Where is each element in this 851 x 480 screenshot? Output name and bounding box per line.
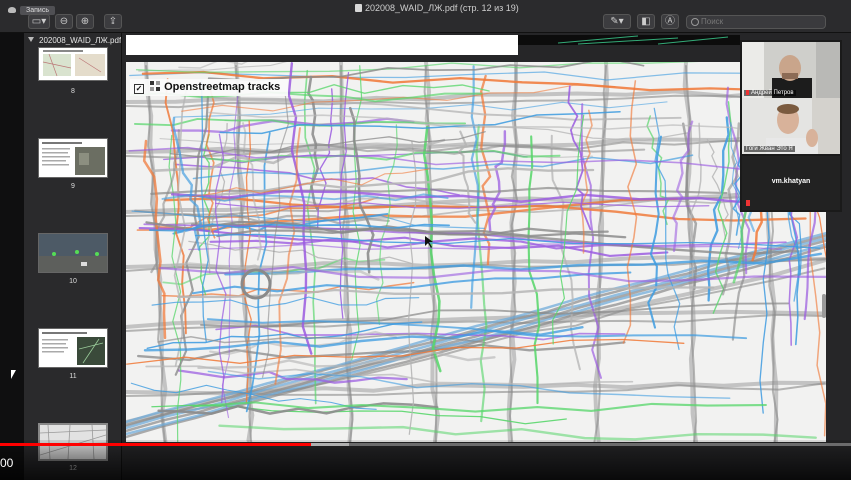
time-display: 00 xyxy=(0,456,14,470)
participant-tile[interactable]: Гоги Жван Это Я xyxy=(742,98,840,154)
rotate-button[interactable]: ◧ xyxy=(637,14,655,29)
page-thumbnail-8[interactable] xyxy=(38,47,108,81)
participant-tile[interactable]: vm.khatyan xyxy=(742,156,840,210)
layer-icon xyxy=(150,81,161,91)
mic-muted-icon xyxy=(746,200,750,206)
annotate-icon: Ⓐ xyxy=(665,16,675,27)
search-icon xyxy=(691,18,699,26)
pdf-viewer-window: Запись ▭▾ ⊖ ⊕ ⇪ 202008_WAID_ЛЖ.pdf (стр.… xyxy=(0,0,851,480)
vertical-scrollbar[interactable] xyxy=(822,294,826,318)
zoom-out-icon: ⊖ xyxy=(59,16,69,27)
video-player-controls xyxy=(0,440,851,480)
page-thumbnail-9[interactable] xyxy=(38,138,108,178)
previous-page-map-strip xyxy=(518,35,740,45)
page-number-10: 10 xyxy=(69,278,77,285)
zoom-in-icon: ⊕ xyxy=(80,16,90,27)
participant-tile[interactable]: Андрей Петров xyxy=(742,42,840,98)
thumbnail-image xyxy=(39,234,107,272)
sidebar-icon: ▭▾ xyxy=(31,16,47,27)
document-icon xyxy=(355,4,362,12)
zoom-out-button[interactable]: ⊖ xyxy=(55,14,73,29)
video-call-panel: Андрей Петров Гоги Жван Это Я vm.khatyan xyxy=(740,40,842,212)
participant-name: Андрей Петров xyxy=(744,90,796,96)
gps-track xyxy=(151,296,420,309)
title-bar: Запись ▭▾ ⊖ ⊕ ⇪ 202008_WAID_ЛЖ.pdf (стр.… xyxy=(0,0,851,33)
sidebar-document-header[interactable]: 202008_WAID_ЛЖ.pdf xyxy=(28,36,121,45)
layer-label[interactable]: ✓ Openstreetmap tracks xyxy=(130,79,289,96)
page-thumbnail-10[interactable] xyxy=(38,233,108,273)
recording-icon xyxy=(8,7,16,13)
gps-track xyxy=(192,401,767,413)
page-thumbnail-11[interactable] xyxy=(38,328,108,368)
annotate-button[interactable]: Ⓐ xyxy=(661,14,679,29)
rotate-icon: ◧ xyxy=(641,16,651,27)
page-number-8: 8 xyxy=(71,88,75,95)
thumbnail-image xyxy=(39,329,107,367)
gps-track xyxy=(351,65,363,361)
search-input[interactable]: Поиск xyxy=(686,15,826,29)
sidebar-toggle-button[interactable]: ▭▾ xyxy=(28,14,50,29)
disclosure-triangle-icon xyxy=(28,37,34,42)
page-number-11: 11 xyxy=(69,373,77,380)
pen-icon: ✎▾ xyxy=(610,16,624,27)
zoom-in-button[interactable]: ⊕ xyxy=(76,14,94,29)
mouse-cursor xyxy=(11,370,16,379)
markup-button[interactable]: ✎▾ xyxy=(603,14,631,29)
previous-page-bottom xyxy=(126,35,518,55)
thumbnail-image xyxy=(39,48,107,80)
page-number-9: 9 xyxy=(71,183,75,190)
gps-track xyxy=(706,138,729,240)
thumbnail-sidebar: 202008_WAID_ЛЖ.pdf 8 9 10 11 xyxy=(24,33,122,480)
layer-checkbox[interactable]: ✓ xyxy=(134,84,144,94)
gps-track xyxy=(218,424,817,441)
participant-name: Гоги Жван Это Я xyxy=(744,146,795,152)
gps-track xyxy=(178,62,248,69)
progress-bar-fill[interactable] xyxy=(0,443,311,446)
thumbnail-image xyxy=(39,139,107,177)
share-button[interactable]: ⇪ xyxy=(104,14,122,29)
left-edge-strip xyxy=(0,33,24,480)
mic-muted-icon xyxy=(746,90,749,95)
road xyxy=(145,65,166,442)
osm-tracks-map xyxy=(126,62,826,442)
map-view[interactable] xyxy=(126,62,826,442)
share-icon: ⇪ xyxy=(108,16,118,27)
participant-name: vm.khatyan xyxy=(771,178,811,185)
window-title: 202008_WAID_ЛЖ.pdf (стр. 12 из 19) xyxy=(355,3,519,13)
